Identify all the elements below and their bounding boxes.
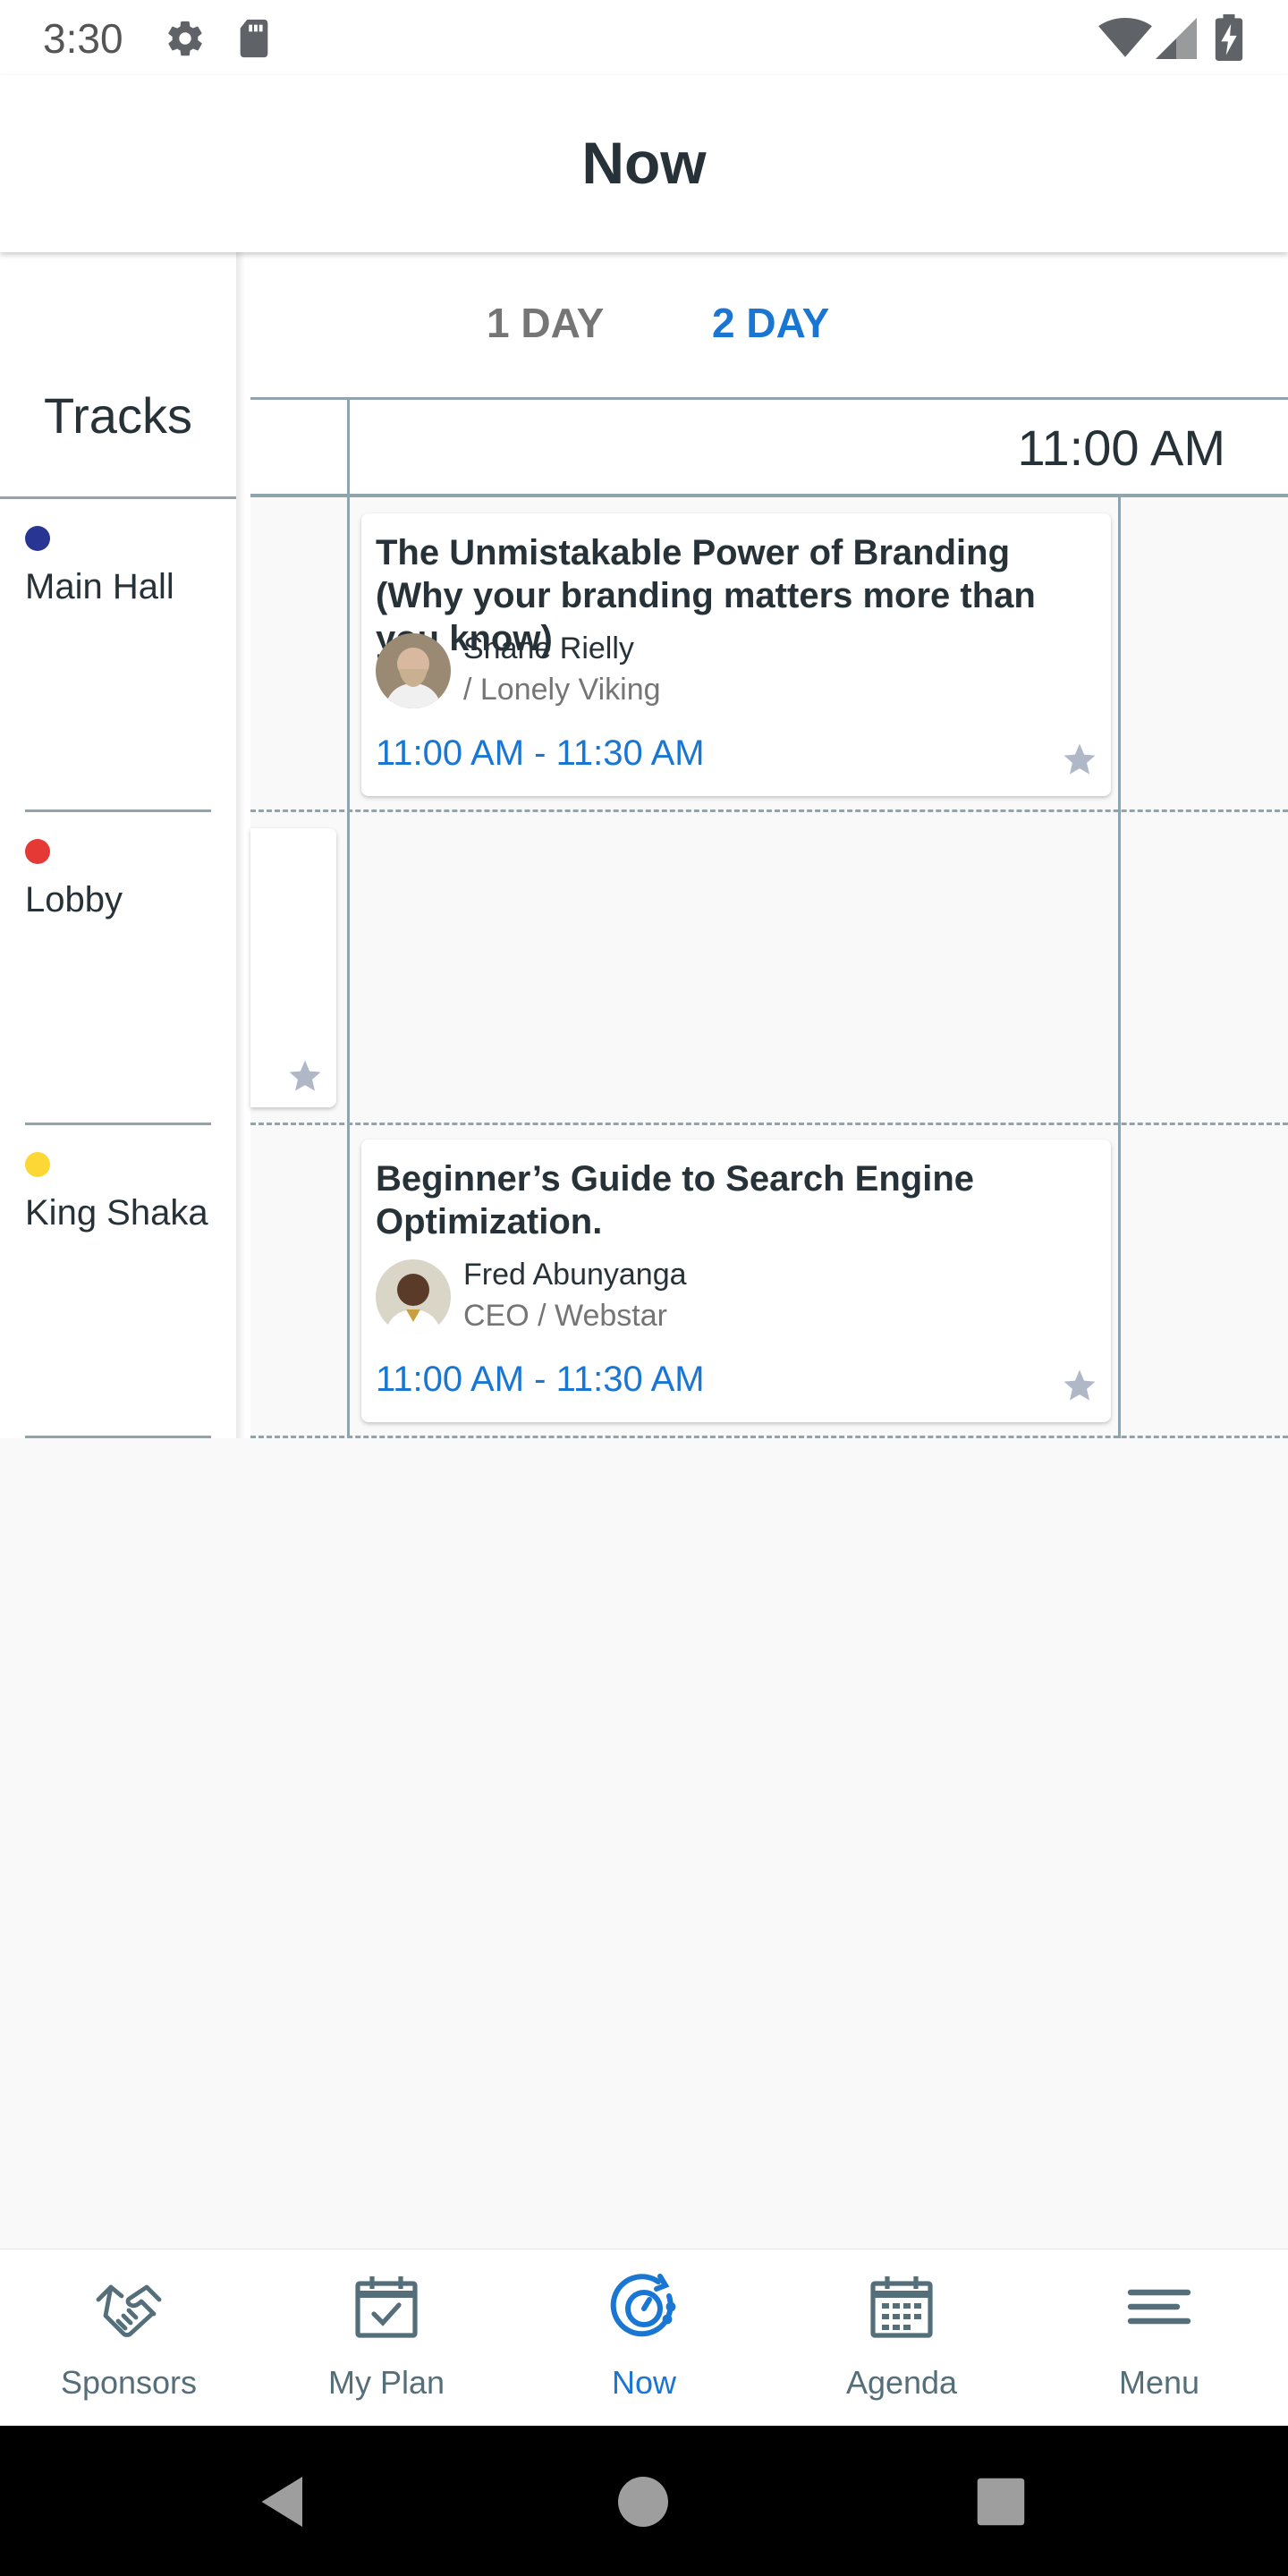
status-time: 3:30 (43, 15, 123, 62)
tracks-header: Tracks (44, 387, 192, 444)
time-slot-header: 11:00 AM (347, 397, 1288, 497)
menu-icon (1127, 2289, 1191, 2325)
nav-label: Agenda (845, 2364, 958, 2401)
track-item-king-shaka[interactable]: King Shaka (0, 1125, 236, 1438)
nav-sponsors[interactable]: Sponsors (0, 2250, 258, 2427)
speaker-avatar (376, 1259, 451, 1335)
system-navigation-bar (0, 2426, 1288, 2576)
app-bar: Now (0, 75, 1288, 252)
time-header-divider (250, 494, 1288, 497)
star-icon[interactable] (1061, 741, 1098, 778)
back-icon[interactable] (252, 2470, 315, 2533)
star-icon[interactable] (1061, 1367, 1098, 1404)
schedule-grid: 1 DAY 2 DAY 11:00 AM The Unmistakable Po… (0, 252, 1288, 1438)
speaker-name: Fred Abunyanga (463, 1258, 687, 1292)
calendar-grid-icon (870, 2276, 933, 2338)
tab-2-day[interactable]: 2 DAY (712, 299, 829, 347)
tracks-column: Tracks Main Hall Lobby King Shaka (0, 252, 245, 1438)
grid-column-line (347, 497, 350, 1438)
signal-icon (1156, 18, 1197, 59)
session-card-partial[interactable] (250, 828, 336, 1107)
sd-card-icon (240, 19, 268, 58)
track-item-lobby[interactable]: Lobby (0, 812, 236, 1125)
speaker-name: Shane Rielly (463, 631, 634, 665)
grid-row-line (250, 809, 1288, 812)
grid-column-line (1118, 497, 1121, 1438)
nav-agenda[interactable]: Agenda (773, 2250, 1030, 2427)
bottom-navigation: Sponsors My Plan Now Agenda Menu (0, 2249, 1288, 2426)
nav-label: Menu (1118, 2364, 1200, 2401)
session-time: 11:00 AM - 11:30 AM (376, 733, 705, 773)
track-divider (25, 1436, 211, 1438)
nav-my-plan[interactable]: My Plan (258, 2250, 515, 2427)
session-card[interactable]: The Unmistakable Power of Branding (Why … (361, 513, 1111, 796)
track-color-dot (25, 526, 50, 551)
track-label: King Shaka (25, 1193, 208, 1233)
session-title: Beginner’s Guide to Search Engine Optimi… (376, 1159, 975, 1241)
session-time: 11:00 AM - 11:30 AM (376, 1360, 705, 1399)
recents-icon[interactable] (970, 2470, 1032, 2533)
speaker-avatar (376, 633, 451, 708)
grid-row-line (250, 1436, 1288, 1438)
now-clock-icon (610, 2274, 676, 2337)
tracks-column-shadow (236, 252, 245, 1438)
battery-charging-icon (1215, 14, 1243, 61)
track-label: Lobby (25, 880, 123, 919)
nav-menu[interactable]: Menu (1030, 2250, 1288, 2427)
track-item-main-hall[interactable]: Main Hall (0, 499, 236, 812)
gear-icon (168, 21, 202, 56)
tab-1-day[interactable]: 1 DAY (487, 299, 604, 347)
session-card[interactable]: Beginner’s Guide to Search Engine Optimi… (361, 1140, 1111, 1422)
nav-label: Sponsors (60, 2364, 198, 2401)
day-tabs: 1 DAY 2 DAY (250, 252, 1288, 397)
calendar-check-icon (355, 2276, 418, 2338)
time-slot-label: 11:00 AM (1017, 419, 1225, 476)
wifi-icon (1098, 18, 1152, 57)
speaker-role: / Lonely Viking (463, 673, 661, 707)
page-title: Now (581, 130, 707, 196)
status-bar: 3:30 (0, 0, 1288, 75)
nav-label: My Plan (327, 2364, 445, 2401)
track-label: Main Hall (25, 567, 174, 606)
nav-label: Now (611, 2364, 677, 2401)
home-icon[interactable] (612, 2470, 674, 2533)
track-color-dot (25, 839, 50, 864)
grid-row-line (250, 1123, 1288, 1125)
speaker-role: CEO / Webstar (463, 1299, 667, 1333)
nav-now[interactable]: Now (515, 2250, 773, 2427)
track-color-dot (25, 1152, 50, 1177)
star-icon[interactable] (286, 1057, 324, 1095)
handshake-icon (96, 2284, 162, 2337)
